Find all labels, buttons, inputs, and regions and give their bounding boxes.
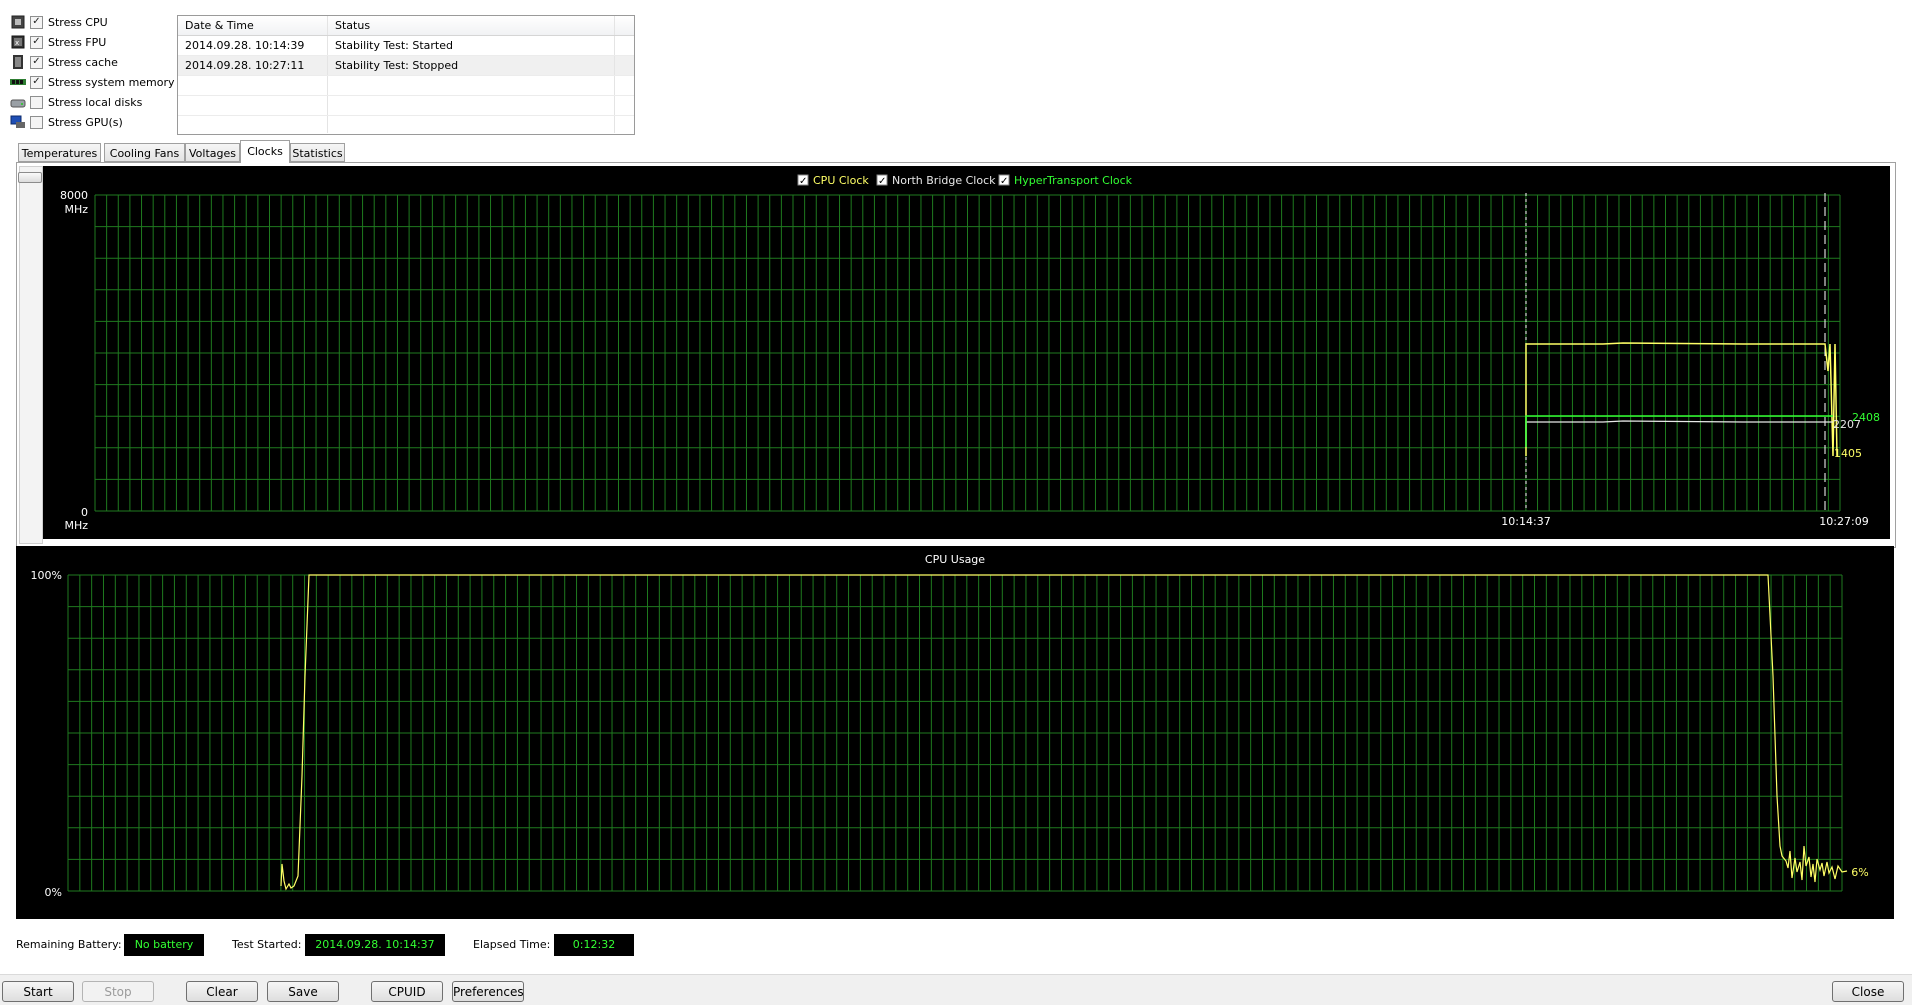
stress-cpu-label: Stress CPU — [48, 15, 108, 29]
stress-gpu-option[interactable]: Stress GPU(s) — [10, 113, 123, 131]
preferences-button[interactable]: Preferences — [452, 981, 524, 1002]
stress-cpu-option[interactable]: ✓ Stress CPU — [10, 13, 108, 31]
empty-cell — [328, 76, 615, 95]
table-row-empty — [178, 76, 634, 96]
stress-cache-label: Stress cache — [48, 55, 118, 69]
stress-memory-checkbox[interactable]: ✓ — [30, 75, 43, 89]
usage-y-top-label: 100% — [31, 569, 62, 582]
clock-legend: ✓ CPU Clock ✓ North Bridge Clock ✓ Hyper… — [797, 174, 1133, 187]
stress-fpu-checkbox[interactable]: ✓ — [30, 35, 43, 49]
svg-text:x: x — [15, 39, 19, 47]
end-value-north-bridge: 2207 — [1833, 418, 1861, 431]
stress-memory-option[interactable]: ✓ Stress system memory — [10, 73, 175, 91]
check-icon: ✓ — [878, 176, 886, 187]
table-row-empty — [178, 116, 634, 133]
stop-button[interactable]: Stop — [82, 981, 154, 1002]
tab-temperatures[interactable]: Temperatures — [18, 143, 101, 162]
log-datetime-cell: 2014.09.28. 10:14:39 — [178, 36, 328, 55]
cache-icon — [10, 55, 26, 69]
usage-end-value: 6% — [1851, 866, 1868, 879]
tab-statistics[interactable]: Statistics — [290, 143, 345, 162]
clock-y-top-unit: MHz — [64, 203, 88, 216]
usage-grid — [67, 574, 1843, 892]
legend-label-hypertransport-clock: HyperTransport Clock — [1014, 174, 1133, 187]
legend-label-cpu-clock: CPU Clock — [813, 174, 869, 187]
clock-y-bottom-unit: MHz — [64, 519, 88, 532]
stress-disks-label: Stress local disks — [48, 95, 143, 109]
test-started-value: 2014.09.28. 10:14:37 — [305, 934, 445, 956]
chart-scroll-track[interactable] — [19, 166, 43, 544]
start-button[interactable]: Start — [2, 981, 74, 1002]
tab-voltages[interactable]: Voltages — [185, 143, 240, 162]
battery-label: Remaining Battery: — [16, 938, 122, 951]
save-button[interactable]: Save — [267, 981, 339, 1002]
fpu-icon: x — [10, 35, 26, 49]
legend-label-north-bridge-clock: North Bridge Clock — [892, 174, 996, 187]
elapsed-time-value: 0:12:32 — [554, 934, 634, 956]
stress-cache-checkbox[interactable]: ✓ — [30, 55, 43, 69]
clock-x-start-label: 10:14:37 — [1501, 515, 1550, 528]
legend-item-cpu-clock[interactable]: ✓ CPU Clock — [797, 174, 869, 187]
stress-fpu-label: Stress FPU — [48, 35, 107, 49]
clock-x-end-label: 10:27:09 — [1819, 515, 1868, 528]
close-button[interactable]: Close — [1832, 981, 1904, 1002]
empty-cell — [328, 96, 615, 115]
clock-y-top-label: 8000 — [60, 189, 88, 202]
log-status-cell: Stability Test: Stopped — [328, 56, 615, 75]
stress-memory-label: Stress system memory — [48, 75, 175, 89]
empty-cell — [178, 76, 328, 95]
table-row-empty — [178, 96, 634, 116]
legend-item-north-bridge-clock[interactable]: ✓ North Bridge Clock — [876, 174, 996, 187]
empty-cell — [328, 116, 615, 133]
stress-gpu-label: Stress GPU(s) — [48, 115, 123, 129]
stress-gpu-checkbox[interactable] — [30, 115, 43, 129]
event-log-table[interactable]: Date & Time Status 2014.09.28. 10:14:39 … — [177, 15, 635, 135]
stress-disks-checkbox[interactable] — [30, 95, 43, 109]
battery-value: No battery — [124, 934, 204, 956]
series-cpu-usage — [280, 574, 1848, 891]
legend-item-hypertransport-clock[interactable]: ✓ HyperTransport Clock — [998, 174, 1133, 187]
empty-cell — [178, 96, 328, 115]
clock-grid — [94, 194, 1841, 512]
table-row[interactable]: 2014.09.28. 10:27:11 Stability Test: Sto… — [178, 56, 634, 76]
log-status-cell: Stability Test: Started — [328, 36, 615, 55]
usage-y-bottom-label: 0% — [45, 886, 62, 899]
clock-chart-svg: ✓ CPU Clock ✓ North Bridge Clock ✓ Hyper… — [60, 174, 1880, 532]
clear-button[interactable]: Clear — [186, 981, 258, 1002]
column-header-status[interactable]: Status — [328, 16, 615, 35]
check-icon: ✓ — [799, 176, 807, 187]
elapsed-time-label: Elapsed Time: — [473, 938, 551, 951]
end-value-cpu-clock: 1405 — [1834, 447, 1862, 460]
gpu-icon — [10, 115, 26, 129]
disk-icon — [10, 95, 26, 109]
cpu-icon — [10, 15, 26, 29]
test-started-label: Test Started: — [232, 938, 302, 951]
check-icon: ✓ — [1000, 176, 1008, 187]
tab-cooling-fans[interactable]: Cooling Fans — [104, 143, 185, 162]
log-header-row: Date & Time Status — [178, 16, 634, 36]
empty-cell — [178, 116, 328, 133]
tab-clocks[interactable]: Clocks — [240, 140, 290, 163]
memory-icon — [10, 75, 26, 89]
chart-scroll-handle[interactable] — [18, 172, 42, 183]
stress-cpu-checkbox[interactable]: ✓ — [30, 15, 43, 29]
log-datetime-cell: 2014.09.28. 10:27:11 — [178, 56, 328, 75]
stress-disks-option[interactable]: Stress local disks — [10, 93, 142, 111]
stress-fpu-option[interactable]: x ✓ Stress FPU — [10, 33, 106, 51]
cpu-usage-title: CPU Usage — [925, 553, 985, 566]
cpu-usage-chart-svg: CPU Usage 100% 0% 6% — [31, 553, 1869, 899]
cpuid-button[interactable]: CPUID — [371, 981, 443, 1002]
table-row[interactable]: 2014.09.28. 10:14:39 Stability Test: Sta… — [178, 36, 634, 56]
clock-chart: ✓ CPU Clock ✓ North Bridge Clock ✓ Hyper… — [43, 166, 1890, 539]
column-header-datetime[interactable]: Date & Time — [178, 16, 328, 35]
clock-y-bottom-label: 0 — [81, 506, 88, 519]
cpu-usage-chart: CPU Usage 100% 0% 6% — [16, 546, 1894, 919]
stress-cache-option[interactable]: ✓ Stress cache — [10, 53, 118, 71]
